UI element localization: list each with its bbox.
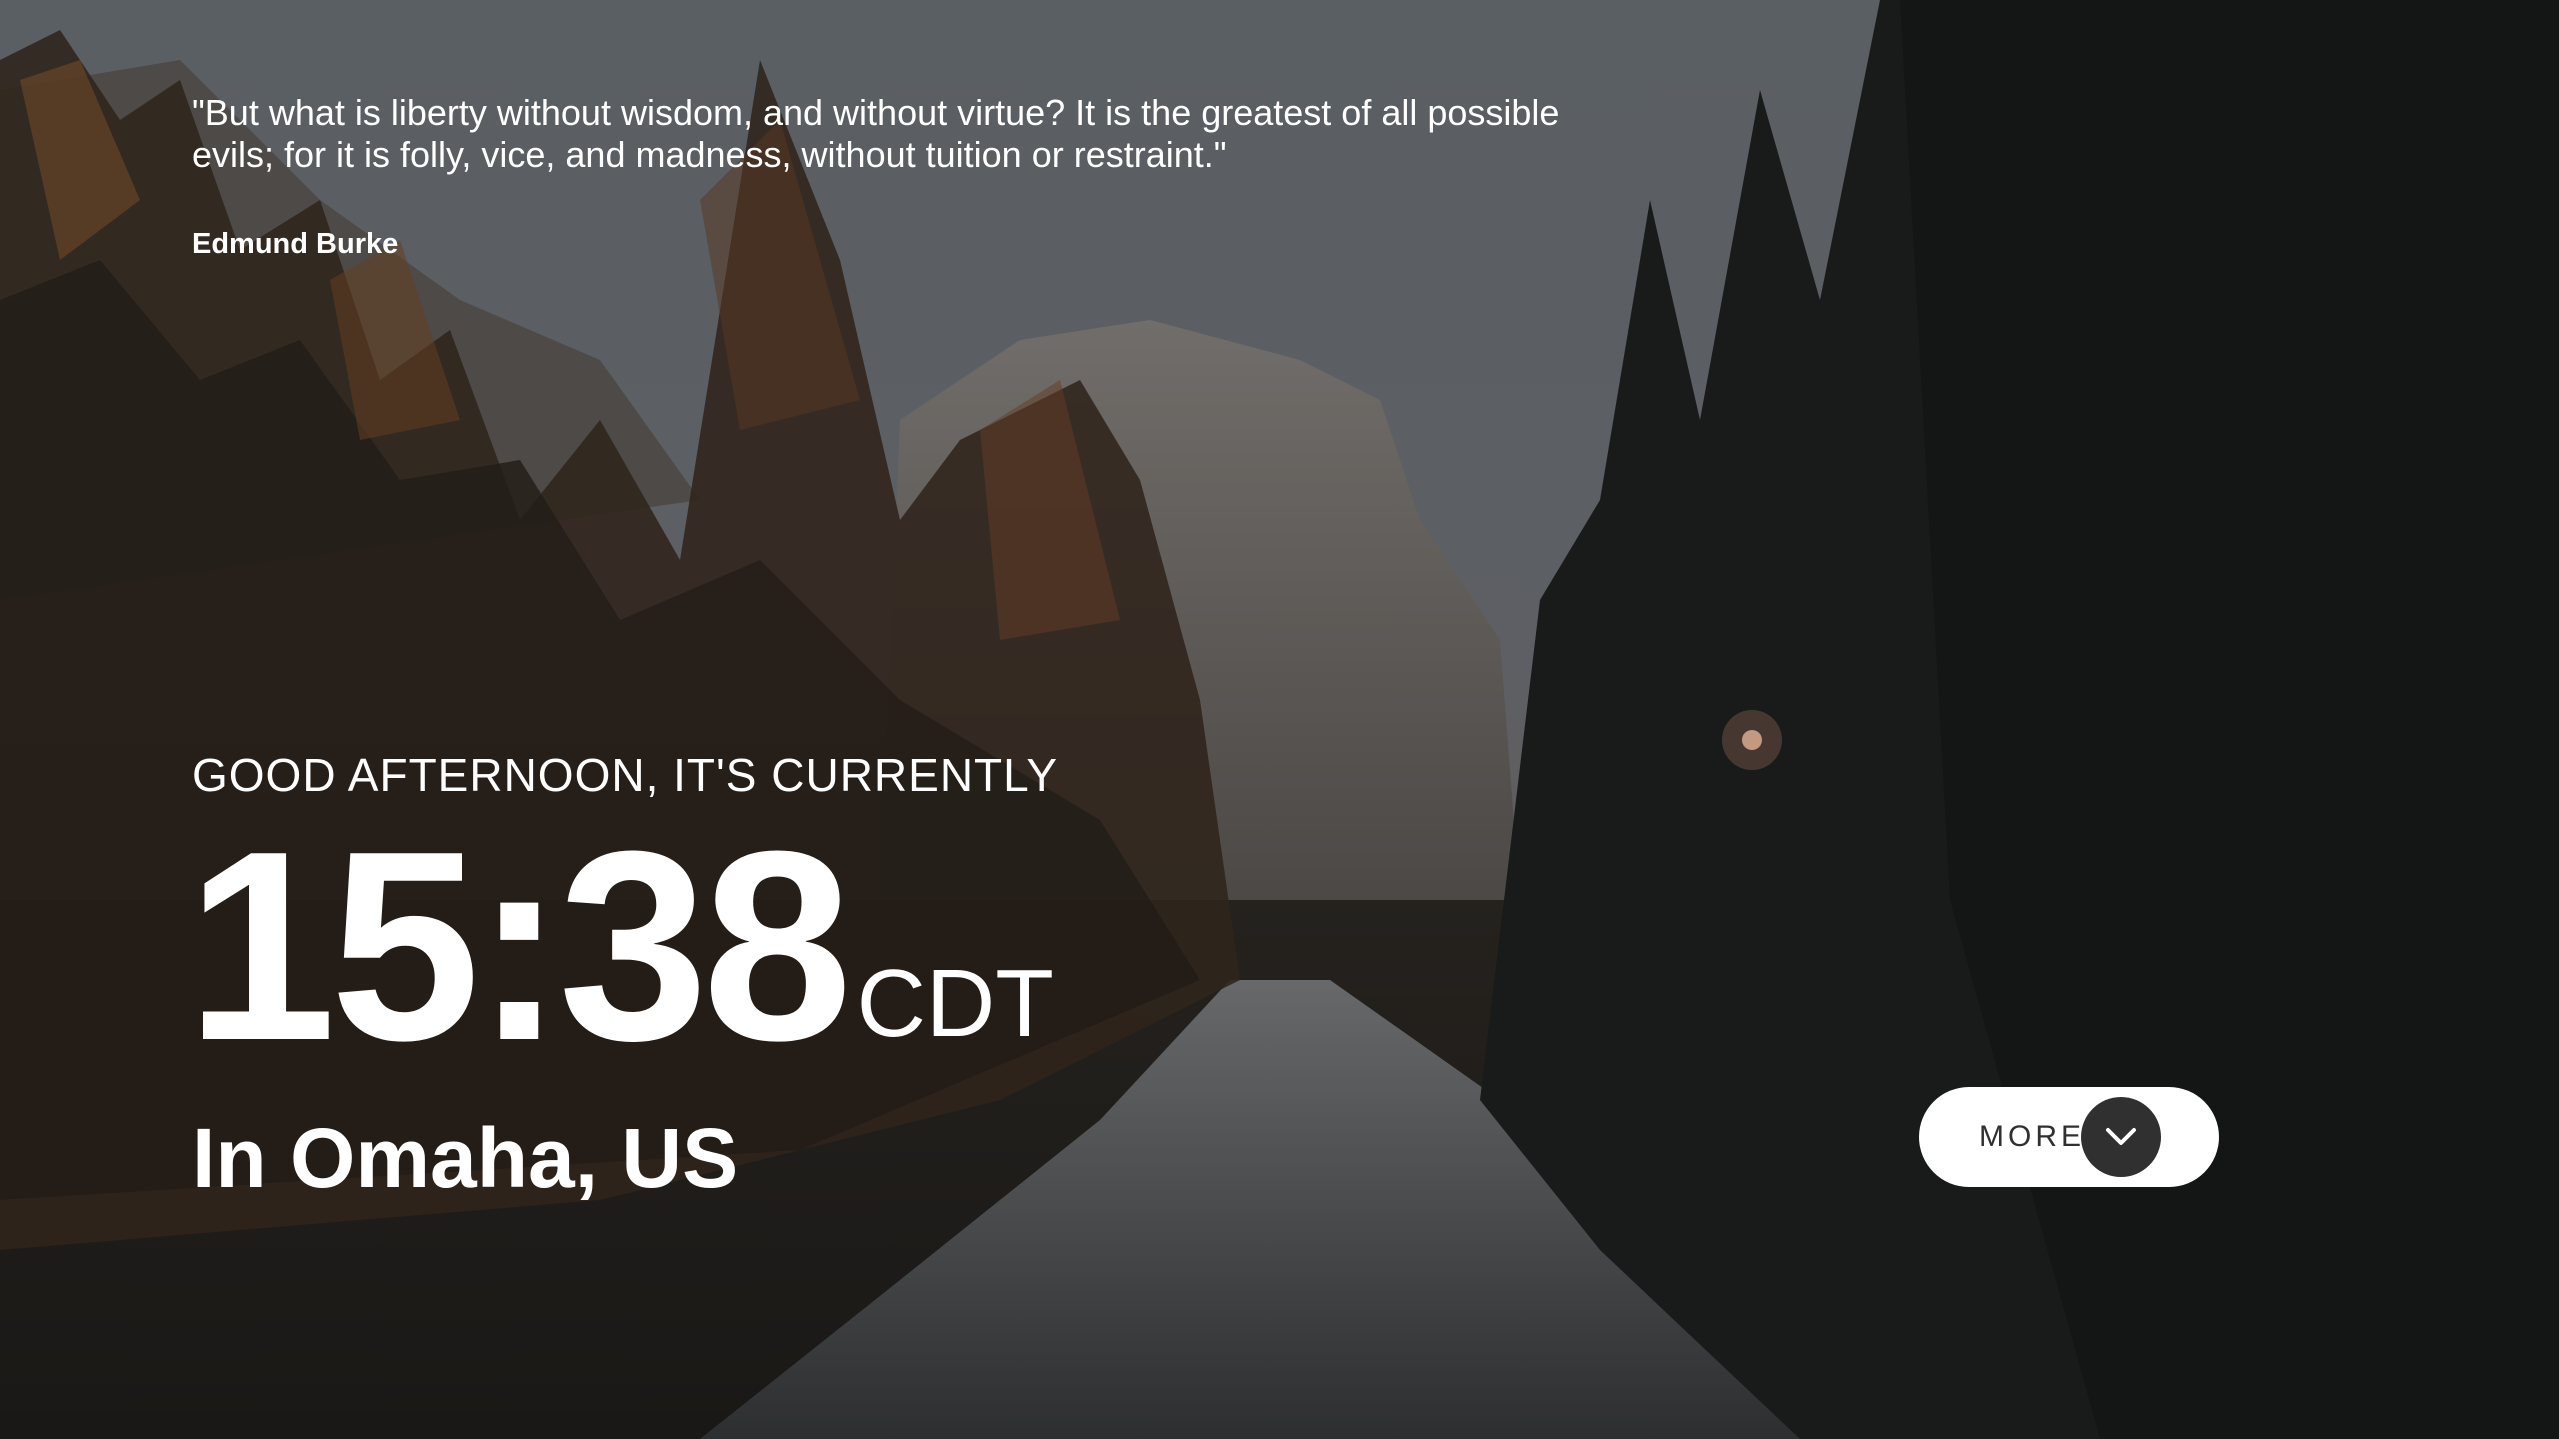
more-button-label: MORE xyxy=(1979,1120,2085,1153)
quote-block: "But what is liberty without wisdom, and… xyxy=(192,92,1592,261)
timezone-label: CDT xyxy=(856,950,1054,1057)
greeting-text: GOOD AFTERNOON, IT'S CURRENTLY xyxy=(192,749,1058,801)
quote-author: Edmund Burke xyxy=(192,228,399,260)
location-text: In Omaha, US xyxy=(192,1111,739,1205)
chevron-down-icon[interactable] xyxy=(2081,1097,2161,1177)
current-time: 15:38 xyxy=(186,796,853,1097)
quote-text: "But what is liberty without wisdom, and… xyxy=(192,92,1560,175)
clock-display: 15:38 CDT xyxy=(186,796,1054,1097)
more-button[interactable]: MORE xyxy=(1919,1087,2219,1187)
